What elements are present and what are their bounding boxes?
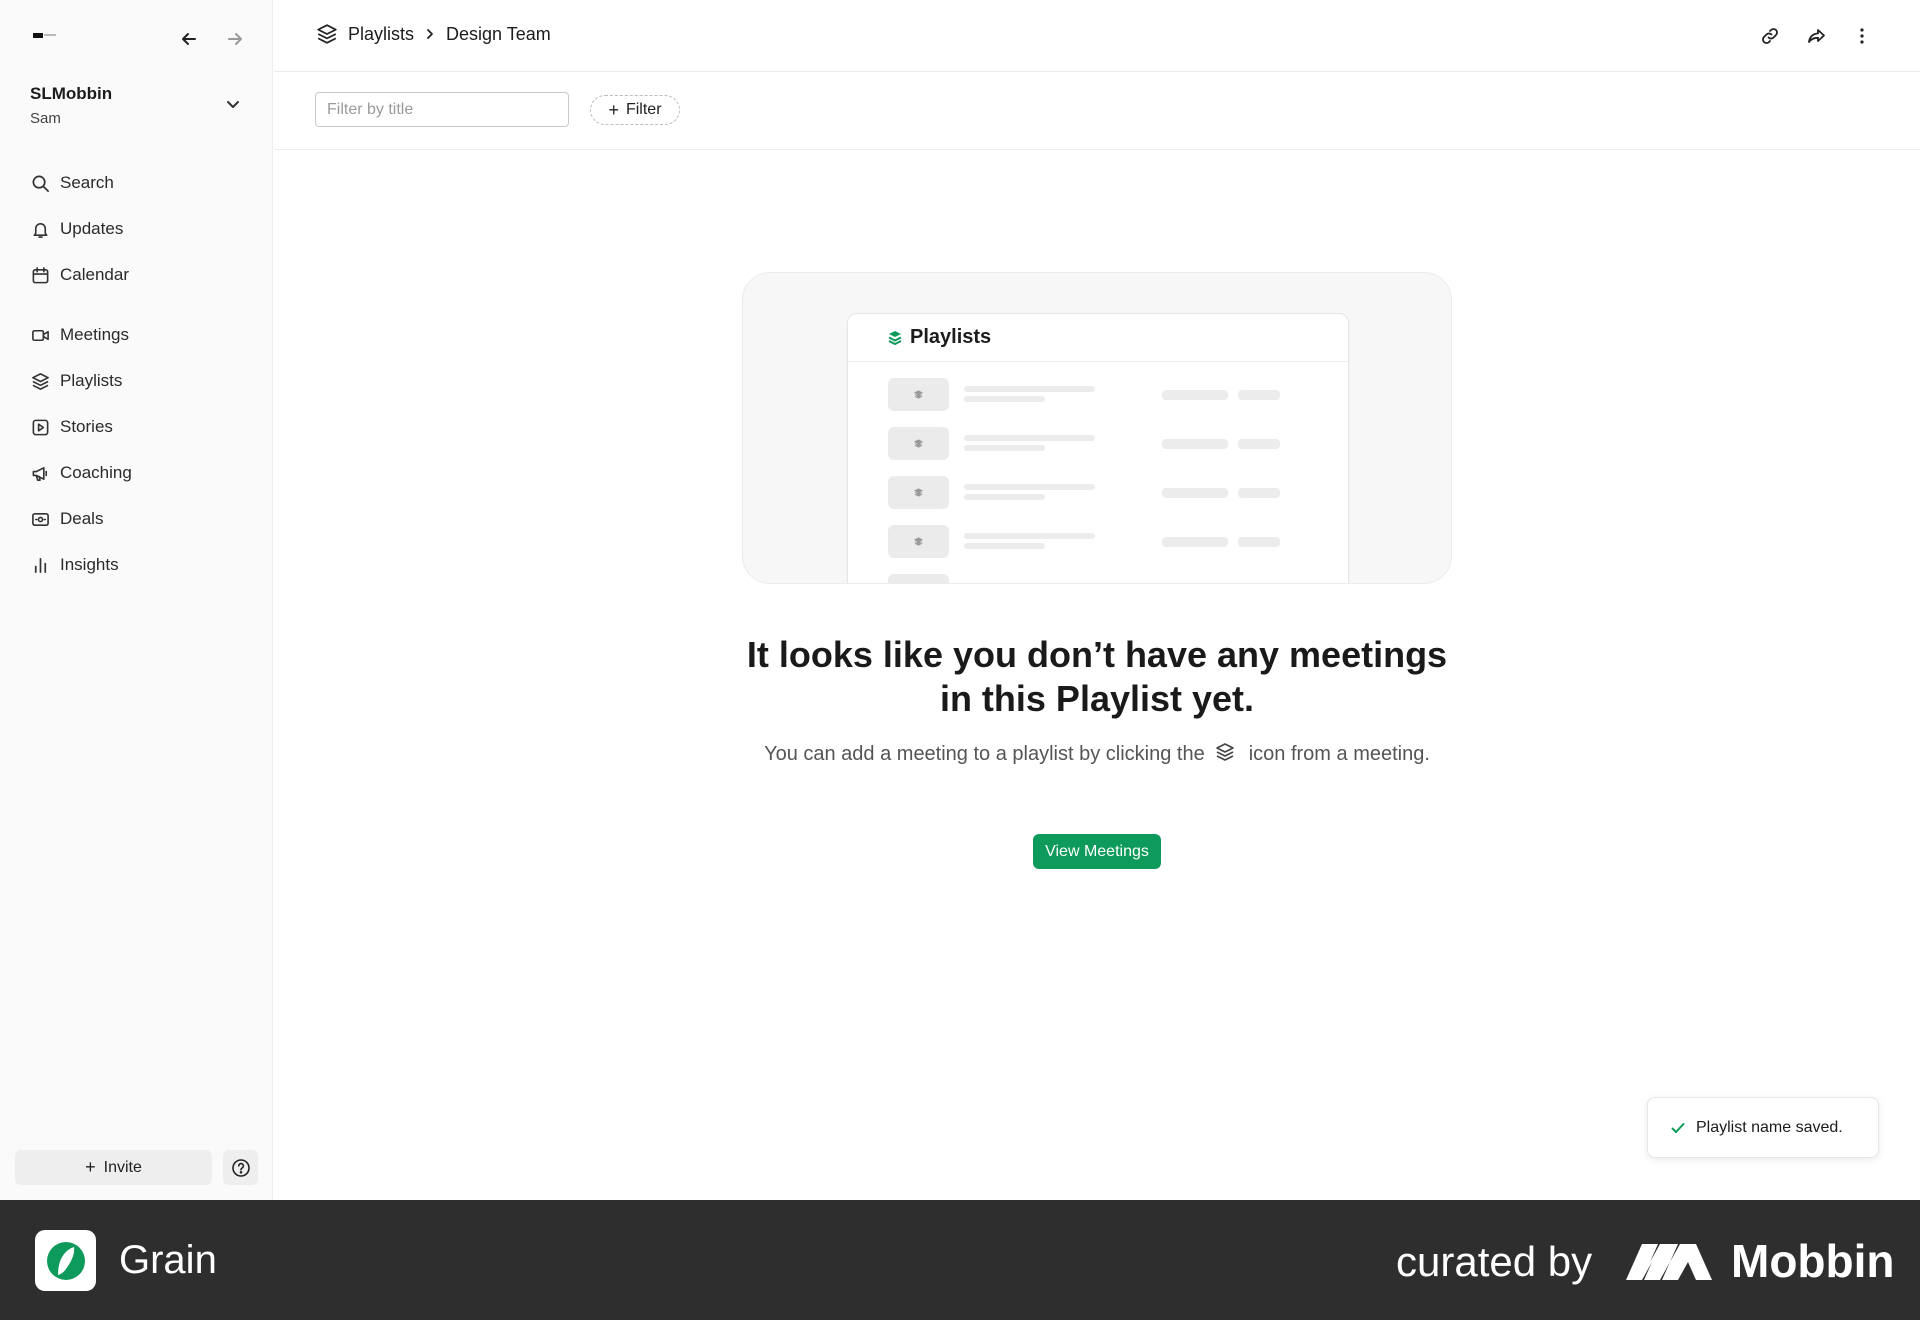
layers-icon [888, 427, 949, 460]
empty-state-description: You can add a meeting to a playlist by c… [742, 741, 1452, 767]
forward-arrow-icon[interactable] [222, 26, 248, 52]
sidebar-item-label: Stories [60, 417, 113, 436]
filter-label: Filter [625, 101, 662, 118]
toast-notification: Playlist name saved. [1647, 1097, 1879, 1158]
workspace-user: Sam [30, 110, 61, 127]
sidebar-item-label: Deals [60, 509, 104, 528]
layers-icon [888, 378, 949, 411]
layers-icon [1215, 742, 1235, 762]
footer-banner: Grain curated by Mobbin [0, 1200, 1920, 1320]
copy-link-button[interactable] [1756, 22, 1784, 50]
layers-icon [30, 371, 50, 391]
sidebar: SLMobbin Sam Search Updates Calendar Mee… [0, 0, 273, 1200]
video-icon [30, 325, 50, 345]
illustration-row [888, 378, 1318, 411]
layers-icon [316, 23, 338, 45]
sidebar-item-deals[interactable]: Deals [16, 496, 258, 542]
plus-icon: + [608, 99, 619, 120]
grain-logo-icon [35, 1230, 96, 1291]
sidebar-item-search[interactable]: Search [16, 160, 258, 206]
more-vertical-icon [1852, 26, 1872, 46]
add-filter-button[interactable]: + Filter [590, 95, 680, 125]
illustration-row [888, 476, 1318, 509]
layers-icon [888, 476, 949, 509]
workspace-logo-icon[interactable] [33, 30, 57, 42]
layers-icon [888, 525, 949, 558]
empty-state-title: It looks like you don’t have any meeting… [746, 634, 1448, 719]
share-arrow-icon [1806, 26, 1826, 46]
bar-chart-icon [30, 555, 50, 575]
breadcrumb: Playlists Design Team [316, 23, 551, 45]
back-arrow-icon[interactable] [176, 26, 202, 52]
help-circle-icon [231, 1158, 251, 1178]
illustration-thumb [888, 574, 949, 583]
bell-icon [30, 219, 50, 239]
workspace-switcher[interactable]: SLMobbin Sam [30, 82, 245, 132]
chevron-down-icon [225, 96, 241, 112]
sidebar-item-updates[interactable]: Updates [16, 206, 258, 252]
invite-button[interactable]: + Invite [15, 1150, 212, 1185]
workspace-name: SLMobbin [30, 84, 113, 103]
empty-state-illustration: Playlists [742, 272, 1452, 584]
filter-toolbar: + Filter [274, 72, 1920, 150]
share-button[interactable] [1802, 22, 1830, 50]
sidebar-item-coaching[interactable]: Coaching [16, 450, 258, 496]
help-button[interactable] [223, 1150, 258, 1185]
illustration-row [888, 574, 1318, 583]
sidebar-nav-top: Search Updates Calendar [16, 160, 258, 298]
more-options-button[interactable] [1848, 22, 1876, 50]
sidebar-item-label: Insights [60, 555, 119, 574]
plus-icon: + [85, 1157, 96, 1177]
brand-name: Mobbin [1731, 1235, 1895, 1287]
filter-by-title-input[interactable] [315, 92, 569, 127]
description-text-end: icon from a meeting. [1248, 743, 1430, 765]
curated-by-text: curated by [1396, 1238, 1593, 1285]
invite-label: Invite [103, 1158, 142, 1176]
illustration-row [888, 427, 1318, 460]
illustration-card: Playlists [847, 313, 1349, 583]
description-text-start: You can add a meeting to a playlist by c… [764, 743, 1205, 765]
mobbin-logo-icon [1626, 1240, 1716, 1284]
sidebar-item-label: Coaching [60, 463, 132, 482]
illustration-header: Playlists [848, 314, 1348, 362]
top-header: Playlists Design Team [274, 0, 1920, 72]
check-icon [1670, 1120, 1686, 1136]
play-square-icon [30, 417, 50, 437]
sidebar-item-meetings[interactable]: Meetings [16, 312, 258, 358]
link-icon [1760, 26, 1780, 46]
sidebar-item-label: Search [60, 173, 114, 192]
layers-icon [888, 330, 902, 346]
megaphone-icon [30, 463, 50, 483]
sidebar-item-stories[interactable]: Stories [16, 404, 258, 450]
deals-icon [30, 509, 50, 529]
calendar-icon [30, 265, 50, 285]
sidebar-item-label: Calendar [60, 265, 129, 284]
illustration-row [888, 525, 1318, 558]
sidebar-item-insights[interactable]: Insights [16, 542, 258, 588]
sidebar-item-label: Meetings [60, 325, 129, 344]
sidebar-item-label: Updates [60, 219, 124, 238]
illustration-title: Playlists [910, 326, 992, 348]
sidebar-item-label: Playlists [60, 371, 123, 390]
search-icon [30, 173, 50, 193]
breadcrumb-current-playlist[interactable]: Design Team [446, 24, 551, 45]
app-name: Grain [119, 1238, 217, 1282]
toast-message: Playlist name saved. [1696, 1118, 1843, 1136]
chevron-right-icon [424, 28, 436, 40]
sidebar-item-calendar[interactable]: Calendar [16, 252, 258, 298]
sidebar-item-playlists[interactable]: Playlists [16, 358, 258, 404]
breadcrumb-playlists[interactable]: Playlists [348, 24, 414, 45]
sidebar-nav-main: Meetings Playlists Stories Coaching Deal… [16, 312, 258, 588]
view-meetings-button[interactable]: View Meetings [1033, 834, 1161, 869]
